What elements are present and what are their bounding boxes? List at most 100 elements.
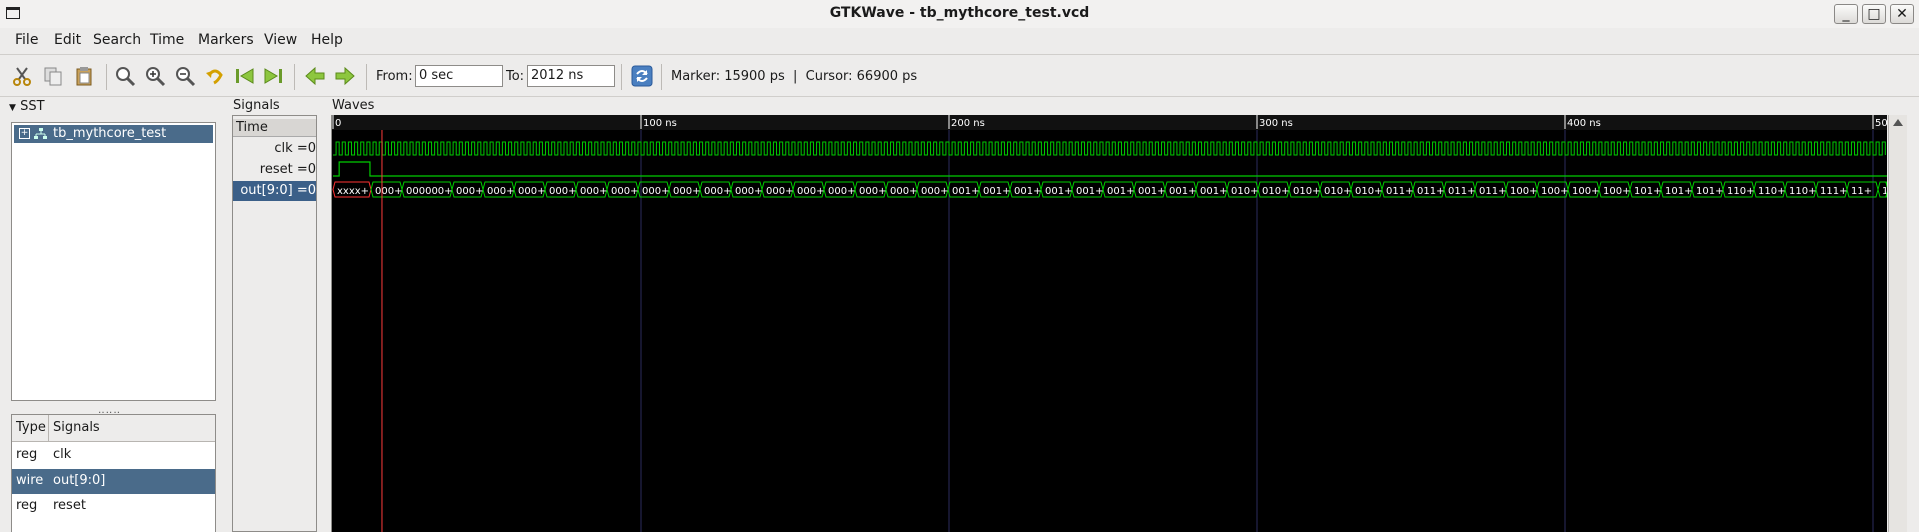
bus-value-label: 010+	[1293, 186, 1320, 197]
bus-value-label: 011+	[1479, 186, 1506, 197]
expand-box-icon[interactable]: +	[19, 128, 30, 139]
menu-help[interactable]: Help	[311, 32, 343, 48]
bus-value-label: 101+	[1665, 186, 1692, 197]
next-edge-icon[interactable]	[334, 65, 356, 87]
collapse-triangle-icon[interactable]: ▼	[9, 103, 16, 113]
minimize-button[interactable]: _	[1834, 4, 1858, 24]
signal-row-out[interactable]: wire out[9:0]	[12, 469, 215, 494]
menu-time[interactable]: Time	[150, 32, 184, 48]
ruler-tick-label: 400 ns	[1567, 118, 1601, 129]
bus-value-label: 001+	[1200, 186, 1227, 197]
menu-edit[interactable]: Edit	[54, 32, 81, 48]
zoom-fit-icon[interactable]	[114, 65, 136, 87]
bus-value-label: 100+	[1541, 186, 1568, 197]
bus-value-label: 011+	[1417, 186, 1444, 197]
bus-value-label: 001+	[952, 186, 979, 197]
bus-value-label: 001+	[1045, 186, 1072, 197]
bus-value-label: 010+	[1262, 186, 1289, 197]
bus-value-label: 000+	[518, 186, 545, 197]
signals-header-time: Time	[233, 119, 316, 137]
zoom-in-icon[interactable]	[144, 65, 166, 87]
ruler-tick-label: 0	[335, 118, 341, 129]
cut-icon[interactable]	[11, 65, 33, 87]
signal-row-clk[interactable]: reg clk	[12, 443, 215, 468]
bus-value-label: 000+	[487, 186, 514, 197]
bus-value-label: 000+	[797, 186, 824, 197]
bus-value-label: 000+	[828, 186, 855, 197]
bus-value-label: 100+	[1510, 186, 1537, 197]
bus-value-label: 111+	[1820, 186, 1847, 197]
bus-value-label: 010+	[1231, 186, 1258, 197]
signal-row-reset[interactable]: reg reset	[12, 494, 215, 519]
paste-icon[interactable]	[73, 65, 95, 87]
jump-start-icon[interactable]	[233, 65, 255, 87]
signal-clk[interactable]: clk =0	[233, 139, 316, 159]
copy-icon[interactable]	[42, 65, 64, 87]
to-label: To:	[506, 69, 525, 84]
waveform-canvas[interactable]: 0 100 ns 200 ns 300 ns 400 ns 500 ns xxxx+ 000+…	[331, 115, 1887, 532]
close-button[interactable]: ✕	[1890, 4, 1914, 24]
window-title: GTKWave - tb_mythcore_test.vcd	[829, 5, 1090, 21]
bus-value-label: 000+	[456, 186, 483, 197]
bus-value-label: 101+	[1634, 186, 1661, 197]
maximize-button[interactable]: □	[1862, 4, 1886, 24]
signals-title: Signals	[233, 98, 280, 113]
zoom-out-icon[interactable]	[174, 65, 196, 87]
bus-value-label: 001+	[1169, 186, 1196, 197]
menu-file[interactable]: File	[15, 32, 38, 48]
bus-value-label: 000+	[549, 186, 576, 197]
from-label: From:	[376, 69, 413, 84]
menu-markers[interactable]: Markers	[198, 32, 254, 48]
undo-zoom-icon[interactable]	[204, 65, 226, 87]
sst-tree: + tb_mythcore_test	[11, 122, 216, 401]
column-signals[interactable]: Signals	[53, 420, 100, 435]
jump-end-icon[interactable]	[263, 65, 285, 87]
bus-value-label: 000+	[580, 186, 607, 197]
bus-value-label: 011+	[1386, 186, 1413, 197]
ruler-tick-label: 500 ns	[1875, 118, 1887, 129]
bus-value-label: 11+	[1851, 186, 1872, 197]
bus-value-label: 001+	[1138, 186, 1165, 197]
bus-value-label: 000+	[611, 186, 638, 197]
tree-item-tb-mythcore-test[interactable]: + tb_mythcore_test	[14, 125, 213, 143]
ruler-tick-label: 300 ns	[1259, 118, 1293, 129]
from-field[interactable]: 0 sec	[415, 65, 503, 87]
bus-value-label: 000+	[921, 186, 948, 197]
bus-value-label: 010+	[1324, 186, 1351, 197]
bus-value-label: 000+	[735, 186, 762, 197]
signal-reset[interactable]: reset =0	[233, 160, 316, 180]
bus-value-label: 001+	[1076, 186, 1103, 197]
signal-type-list: Type Signals reg clk wire out[9:0] reg rese…	[11, 414, 216, 532]
bus-value-label: 100+	[1572, 186, 1599, 197]
ruler-tick-label: 200 ns	[951, 118, 985, 129]
bus-value-label: 000000+	[406, 186, 453, 197]
bus-value-label: 110+	[1727, 186, 1754, 197]
bus-value-label: 100+	[1603, 186, 1630, 197]
menu-search[interactable]: Search	[93, 32, 141, 48]
column-type[interactable]: Type	[16, 420, 46, 435]
wave-background	[332, 115, 1887, 532]
menu-bar: File Edit Search Time Markers View Help	[0, 28, 1919, 55]
prev-edge-icon[interactable]	[304, 65, 326, 87]
menu-view[interactable]: View	[264, 32, 297, 48]
reload-icon[interactable]	[631, 65, 653, 87]
vertical-scrollbar[interactable]	[1888, 115, 1907, 532]
bus-value-label: 001+	[983, 186, 1010, 197]
signal-out[interactable]: out[9:0] =0	[233, 181, 316, 201]
bus-value-label: 101+	[1696, 186, 1723, 197]
bus-value-label: 000+	[704, 186, 731, 197]
marker-cursor-readout: Marker: 15900 ps | Cursor: 66900 ps	[671, 69, 918, 84]
bus-value-label: 000+	[890, 186, 917, 197]
bus-value-label: 110+	[1758, 186, 1785, 197]
bus-value-label: 000+	[766, 186, 793, 197]
ruler-tick-label: 100 ns	[643, 118, 677, 129]
bus-value-label: 000+	[673, 186, 700, 197]
signal-list-header: Type Signals	[12, 415, 215, 442]
bus-value-label: 110+	[1789, 186, 1816, 197]
waveform-svg[interactable]: 0 100 ns 200 ns 300 ns 400 ns 500 ns xxxx+ 000+…	[332, 115, 1887, 532]
bus-value-label: 000+	[375, 186, 402, 197]
to-field[interactable]: 2012 ns	[527, 65, 615, 87]
signals-pane: Time clk =0 reset =0 out[9:0] =0	[232, 115, 317, 532]
scroll-up-icon[interactable]	[1893, 119, 1903, 126]
bus-value-label: xxxx+	[337, 186, 369, 197]
